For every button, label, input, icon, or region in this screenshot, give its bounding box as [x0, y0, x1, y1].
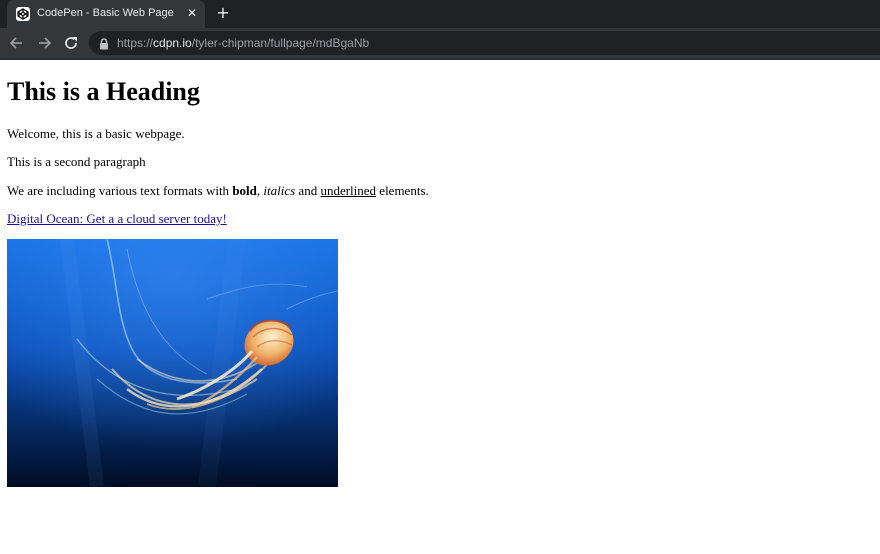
link-paragraph: Digital Ocean: Get a a cloud server toda…: [7, 211, 227, 227]
arrow-left-icon[interactable]: [8, 34, 26, 52]
codepen-icon: [16, 7, 30, 21]
lock-icon[interactable]: [99, 37, 109, 55]
tab-bar: CodePen - Basic Web Page ✕ +: [0, 0, 880, 28]
text-prefix: We are including various text formats wi…: [7, 183, 233, 198]
underlined-text: underlined: [320, 183, 377, 198]
text-suffix: elements.: [376, 183, 429, 198]
address-bar[interactable]: https://cdpn.io/tyler-chipman/fullpage/m…: [89, 31, 880, 55]
bold-text: bold: [232, 183, 257, 198]
close-icon[interactable]: ✕: [185, 6, 199, 20]
url-path: /tyler-chipman/fullpage/mdBgaNb: [191, 36, 370, 50]
jellyfish-image: [7, 239, 338, 487]
browser-tab[interactable]: CodePen - Basic Web Page ✕: [7, 0, 205, 28]
url-host: cdpn.io: [153, 36, 192, 50]
arrow-right-icon[interactable]: [35, 34, 53, 52]
tab-title: CodePen - Basic Web Page: [37, 7, 174, 19]
paragraph-welcome: Welcome, this is a basic webpage.: [7, 126, 185, 141]
digital-ocean-link[interactable]: Digital Ocean: Get a a cloud server toda…: [7, 211, 227, 226]
text-separator: and: [295, 183, 321, 198]
url-text[interactable]: https://cdpn.io/tyler-chipman/fullpage/m…: [117, 36, 369, 50]
chrome-divider: [0, 58, 880, 60]
browser-toolbar: https://cdpn.io/tyler-chipman/fullpage/m…: [0, 28, 880, 58]
reload-icon[interactable]: [62, 34, 80, 52]
page-heading: This is a Heading: [7, 77, 200, 106]
italic-text: italics: [263, 183, 296, 198]
paragraph-formats: We are including various text formats wi…: [7, 183, 429, 199]
url-scheme: https://: [117, 36, 154, 50]
paragraph-second: This is a second paragraph: [7, 154, 146, 169]
plus-icon[interactable]: +: [215, 5, 231, 21]
